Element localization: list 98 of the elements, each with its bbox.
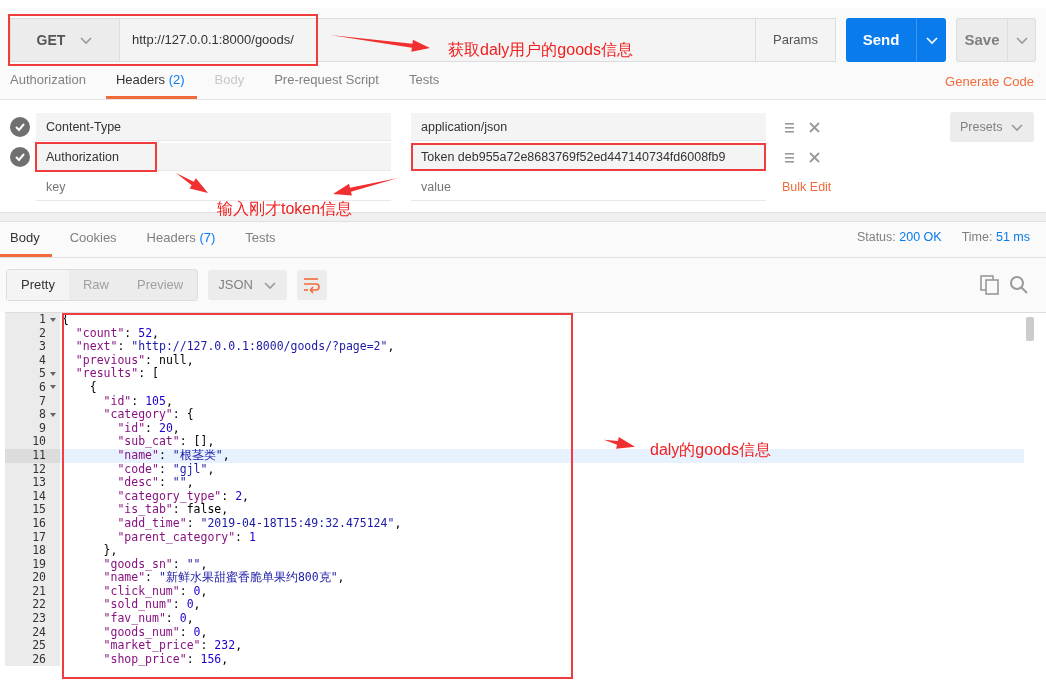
tab[interactable]: Authorization	[0, 61, 98, 99]
tab[interactable]: Tests	[398, 61, 452, 99]
code-line: "results": [	[74, 367, 159, 381]
code-line: "code": "gjl",	[116, 462, 215, 476]
code-line: "name": "根茎类",	[116, 448, 230, 463]
search-icon	[1009, 275, 1028, 294]
annotation-text: daly的goods信息	[650, 440, 771, 460]
code-line: },	[102, 544, 118, 558]
line-number: 5	[39, 367, 46, 381]
code-line: "id": 20,	[117, 421, 180, 435]
line-number: 10	[32, 435, 46, 449]
code-line: "count": 52,	[74, 326, 159, 340]
annotation-text: 获取daly用户的goods信息	[448, 40, 633, 60]
checkbox[interactable]	[10, 117, 30, 137]
method-dropdown[interactable]: GET	[10, 18, 120, 62]
code-line: "fav_num": 0,	[102, 612, 194, 626]
code-line: "next": "http://127.0.0.1:8000/goods/?page=2",	[74, 340, 395, 354]
code-line: "sold_num": 0,	[102, 598, 201, 613]
annotation-arrow	[603, 436, 636, 450]
status-value: 200 OK	[899, 230, 942, 245]
code-line: "goods_sn": "",	[102, 557, 208, 572]
chevron-down-icon	[924, 34, 939, 46]
value-field[interactable]: application/json	[411, 113, 766, 141]
save-button[interactable]: Save	[956, 18, 1036, 62]
code-line: "category": {	[102, 408, 194, 422]
code-line: "category_type": 2,	[116, 489, 249, 504]
line-number: 14	[32, 489, 46, 504]
line-number: 18	[32, 544, 46, 558]
line-number: 7	[39, 394, 46, 409]
code-line: "parent_category": 1	[116, 530, 256, 545]
tab[interactable]: Cookies	[59, 219, 129, 257]
view-mode-tab[interactable]: Preview	[123, 270, 198, 300]
chevron-down-icon	[262, 279, 277, 291]
line-number: 22	[32, 598, 46, 613]
tab[interactable]: Pre-request Script	[264, 61, 391, 99]
bulk-edit-link[interactable]: Bulk Edit	[782, 177, 832, 197]
generate-code-link[interactable]: Generate Code	[945, 71, 1046, 99]
line-number: 6	[39, 380, 46, 395]
chevron-down-icon	[1010, 121, 1024, 133]
code-line: "name": "新鲜水果甜蜜香脆单果约800克",	[102, 571, 345, 585]
menu-icon	[784, 150, 795, 164]
wrap-icon	[303, 276, 321, 294]
copy-icon	[980, 275, 999, 295]
code-line: "is_tab": false,	[116, 503, 229, 517]
close-icon	[809, 121, 820, 133]
annotation-arrow	[175, 172, 209, 194]
code-line: "shop_price": 156,	[102, 652, 229, 667]
checkbox[interactable]	[10, 147, 30, 167]
line-number: 12	[32, 462, 46, 477]
view-mode-tab[interactable]: Pretty	[7, 270, 69, 300]
line-number: 15	[32, 503, 46, 517]
format-dropdown[interactable]: JSON	[208, 270, 287, 300]
line-number: 1	[39, 313, 46, 327]
line-number: 23	[32, 612, 46, 626]
menu-icon	[784, 120, 795, 134]
scrollbar[interactable]	[1026, 317, 1034, 341]
line-number: 9	[39, 421, 46, 436]
code-line: "sub_cat": [],	[116, 435, 215, 449]
status-label: Time:	[961, 230, 993, 245]
fold-icon	[50, 316, 56, 323]
tab[interactable]: Headers (7)	[136, 219, 228, 257]
line-number: 26	[32, 652, 46, 667]
fold-icon	[50, 411, 56, 418]
line-number: 11	[32, 448, 46, 463]
line-number: 2	[39, 326, 46, 341]
line-number: 4	[39, 353, 46, 368]
line-number: 20	[32, 571, 46, 585]
code-line: "goods_num": 0,	[102, 625, 208, 640]
line-number: 13	[32, 476, 46, 490]
line-number: 19	[32, 557, 46, 572]
tab[interactable]: Tests	[235, 219, 288, 257]
annotation-text: 输入刚才token信息	[217, 199, 353, 219]
code-line: "id": 105,	[102, 394, 173, 409]
code-line: "market_price": 232,	[102, 639, 243, 653]
code-line: {	[88, 380, 97, 395]
send-button[interactable]: Send	[846, 18, 946, 62]
line-number: 21	[32, 584, 46, 599]
status-value: 51 ms	[995, 230, 1030, 245]
line-number: 8	[39, 408, 46, 422]
code-line: "click_num": 0,	[102, 584, 208, 599]
close-icon	[809, 151, 820, 163]
line-number: 25	[32, 639, 46, 653]
presets-dropdown[interactable]: Presets	[950, 112, 1034, 142]
chevron-down-icon	[79, 34, 94, 46]
key-field[interactable]: Content-Type	[36, 113, 391, 141]
view-mode-tab[interactable]: Raw	[68, 270, 123, 300]
status-label: Status:	[856, 230, 896, 245]
annotation-arrow	[332, 177, 399, 197]
line-number: 3	[39, 340, 46, 354]
chevron-down-icon	[1014, 34, 1029, 46]
line-number: 24	[32, 625, 46, 640]
code-line: "previous": null,	[74, 353, 194, 368]
code-line: "desc": "",	[116, 476, 194, 490]
code-line: "add_time": "2019-04-18T15:49:32.475124",	[116, 516, 402, 531]
params-button[interactable]: Params	[756, 18, 836, 62]
key-field[interactable]: Authorization	[36, 143, 391, 171]
line-number: 16	[32, 516, 46, 531]
line-number: 17	[32, 530, 46, 545]
